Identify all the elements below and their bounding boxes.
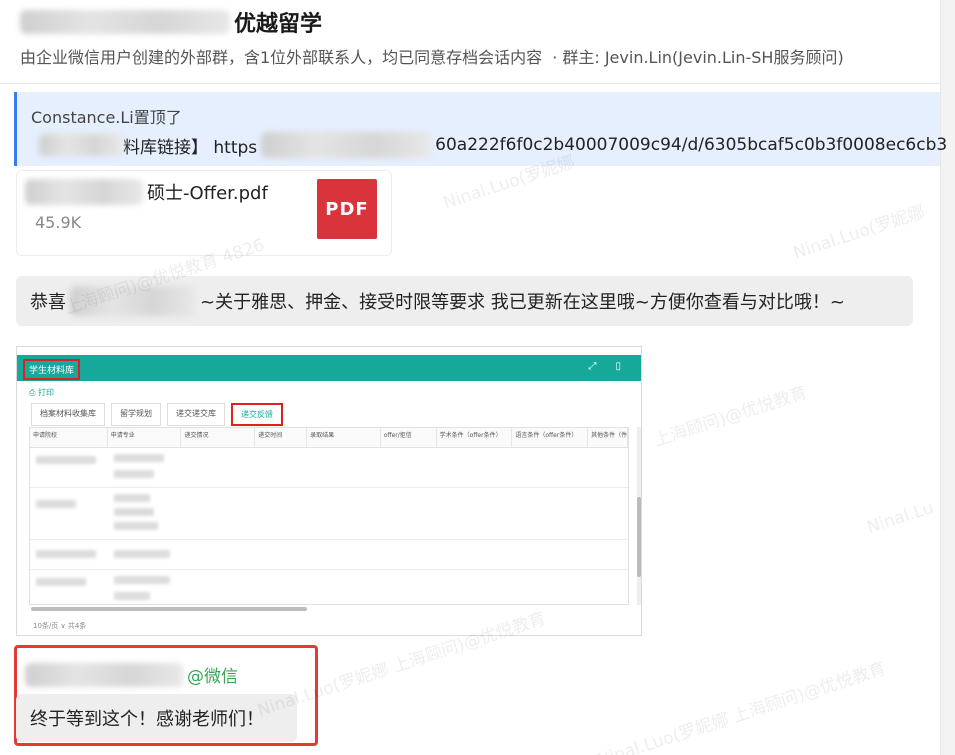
screenshot-vertical-scrollbar xyxy=(637,427,641,605)
screenshot-tab: 递交递交库 xyxy=(167,403,225,426)
column-header: 语言条件（offer条件） xyxy=(512,428,589,447)
column-header: 录取结果 xyxy=(307,428,381,447)
sender-row: @微信 xyxy=(25,662,238,687)
message-text: 终于等到这个！感谢老师们！ xyxy=(30,709,264,730)
table-body xyxy=(30,448,628,604)
group-title: 优越留学 xyxy=(234,12,323,37)
redacted-cell xyxy=(114,494,150,502)
print-label: 打印 xyxy=(37,388,54,397)
group-info-text: 由企业微信用户创建的外部群，含1位外部联系人，均已同意存档会话内容 xyxy=(20,48,543,67)
screenshot-tabs: 档案材料收集库 留学规划 递交递交库 递交反馈 xyxy=(31,403,283,426)
column-header: offer/拒信 xyxy=(381,428,437,447)
screenshot-tab-active: 递交反馈 xyxy=(231,403,283,426)
redacted-cell xyxy=(36,500,76,508)
redacted-cell xyxy=(36,550,96,558)
file-attachment-card[interactable]: 硕士-Offer.pdf 45.9K PDF xyxy=(16,170,392,256)
group-owner: · 群主: Jevin.Lin(Jevin.Lin-SH服务顾问) xyxy=(552,48,844,67)
redacted-sender-name xyxy=(25,662,183,687)
pdf-icon: PDF xyxy=(317,179,377,239)
chat-bubble: 恭喜 ~关于雅思、押金、接受时限等要求 我已更新在这里哦~方便你查看与对比哦！~ xyxy=(16,276,913,326)
redacted-cell xyxy=(114,454,164,462)
pinned-link-suffix: 60a222f6f0c2b40007009c94/d/6305bcaf5c0b3… xyxy=(435,135,948,155)
column-header: 递交时间 xyxy=(255,428,308,447)
screenshot-tab: 留学规划 xyxy=(111,403,161,426)
shared-screenshot-image[interactable]: 学生材料库 ⤢ ▯ ⎙ 打印 档案材料收集库 留学规划 递交递交库 递交反馈 申… xyxy=(16,346,642,636)
pinned-link-prefix: 料库链接】 https xyxy=(123,137,258,158)
watermark: Ninal.Luo(罗妮娜 上海顾问)@优悦教育 xyxy=(595,658,889,755)
redacted-cell xyxy=(114,522,158,530)
redacted-cell xyxy=(114,508,154,516)
sender-suffix: @微信 xyxy=(187,667,238,687)
screenshot-table: 申请院校 申请专业 递交情况 递交时间 录取结果 offer/拒信 学术条件（o… xyxy=(29,427,629,605)
screenshot-header: 学生材料库 ⤢ ▯ xyxy=(17,355,641,381)
column-header: 申请专业 xyxy=(108,428,182,447)
redacted-cell xyxy=(114,592,150,600)
redacted-file-prefix xyxy=(25,179,143,205)
column-header: 其他条件（件） xyxy=(588,428,628,447)
title-row: 优越留学 xyxy=(20,6,322,38)
redacted-name xyxy=(70,286,196,316)
print-icon: ⎙ 打印 xyxy=(29,388,54,397)
redacted-cell xyxy=(114,470,154,478)
screenshot-tab: 档案材料收集库 xyxy=(31,403,105,426)
column-header: 学术条件（offer条件） xyxy=(437,428,513,447)
file-size: 45.9K xyxy=(35,213,82,232)
redacted-url xyxy=(261,132,432,158)
expand-icon: ⤢ ▯ xyxy=(588,361,629,372)
column-header: 递交情况 xyxy=(181,428,256,447)
group-info: 由企业微信用户创建的外部群，含1位外部联系人，均已同意存档会话内容 · 群主: J… xyxy=(20,44,844,68)
redacted-cell xyxy=(114,550,170,558)
column-header: 申请院校 xyxy=(30,428,108,447)
message-prefix: 恭喜 xyxy=(30,292,66,313)
file-name: 硕士-Offer.pdf xyxy=(147,183,268,204)
table-row xyxy=(30,448,628,488)
pinned-by-label: Constance.Li置顶了 xyxy=(31,108,182,127)
screenshot-pagination: 10条/页 ∨ 共4条 xyxy=(33,622,87,630)
right-scroll-strip[interactable] xyxy=(940,0,955,755)
watermark: 上海顾问)@优悦教育 xyxy=(651,382,810,452)
chat-bubble: 终于等到这个！感谢老师们！ xyxy=(16,694,297,742)
pinned-message-bar[interactable]: Constance.Li置顶了 料库链接】 https 60a222f6f0c2… xyxy=(14,92,947,166)
table-header: 申请院校 申请专业 递交情况 递交时间 录取结果 offer/拒信 学术条件（o… xyxy=(30,428,628,448)
redacted-cell xyxy=(36,578,86,586)
message-text: ~关于雅思、押金、接受时限等要求 我已更新在这里哦~方便你查看与对比哦！~ xyxy=(200,292,845,313)
table-row xyxy=(30,488,628,540)
screenshot-horizontal-scrollbar xyxy=(31,607,307,611)
pinned-link[interactable]: 料库链接】 https 60a222f6f0c2b40007009c94/d/6… xyxy=(39,132,947,158)
file-name-row: 硕士-Offer.pdf xyxy=(25,179,268,205)
redacted-group-name xyxy=(20,10,230,34)
screenshot-title: 学生材料库 xyxy=(23,359,81,380)
redacted-text xyxy=(39,134,123,156)
chat-header: 优越留学 由企业微信用户创建的外部群，含1位外部联系人，均已同意存档会话内容 · … xyxy=(0,0,940,84)
table-row xyxy=(30,570,628,604)
table-row xyxy=(30,540,628,570)
watermark: Ninal.Luo(罗妮娜 xyxy=(791,202,928,264)
redacted-cell xyxy=(114,576,170,584)
redacted-cell xyxy=(36,456,96,464)
watermark: Ninal.Lu xyxy=(864,497,937,539)
